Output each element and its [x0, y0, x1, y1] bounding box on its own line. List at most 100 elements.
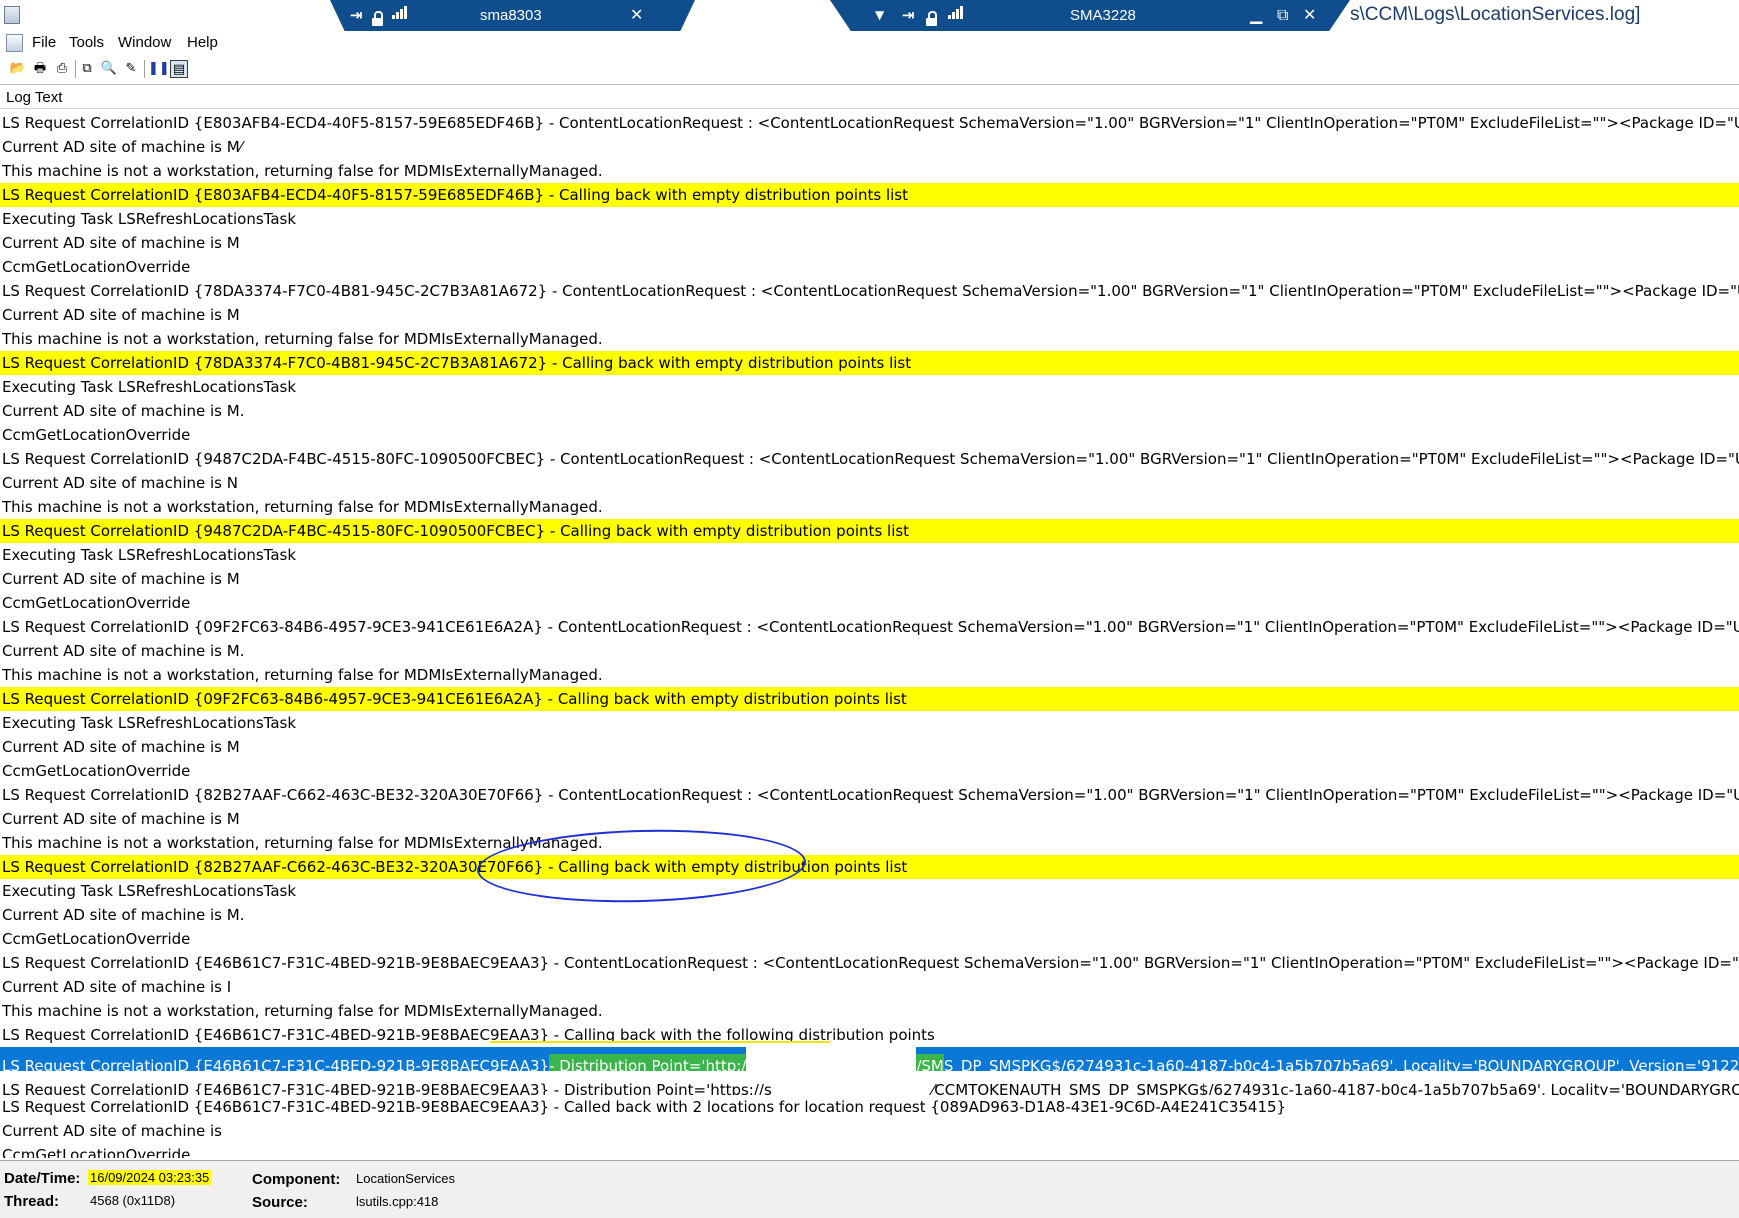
- log-row[interactable]: Current AD site of machine is M: [0, 303, 1739, 327]
- log-row[interactable]: This machine is not a workstation, retur…: [0, 831, 1739, 855]
- log-row-segment: /SM: [916, 1054, 944, 1071]
- log-row[interactable]: CcmGetLocationOverride: [0, 255, 1739, 279]
- menu-help[interactable]: Help: [187, 34, 218, 51]
- signal-icon[interactable]: [392, 5, 408, 26]
- log-row-text: LS Request CorrelationID {78DA3374-F7C0-…: [2, 282, 1739, 300]
- log-row-text: CcmGetLocationOverride: [2, 762, 191, 780]
- restore-icon[interactable]: ⧉: [1277, 5, 1288, 25]
- details-panel: Date/Time: 16/09/2024 03:23:35 Thread: 4…: [0, 1160, 1739, 1218]
- open-folder-icon[interactable]: 📂: [9, 60, 27, 78]
- log-row-warning[interactable]: LS Request CorrelationID {09F2FC63-84B6-…: [0, 687, 1739, 711]
- log-row[interactable]: Current AD site of machine is M.: [0, 399, 1739, 423]
- log-row-text: CcmGetLocationOverride: [2, 594, 191, 612]
- log-row-warning[interactable]: LS Request CorrelationID {78DA3374-F7C0-…: [0, 351, 1739, 375]
- log-row[interactable]: Current AD site of machine is I: [0, 975, 1739, 999]
- log-row[interactable]: Current AD site of machine is: [0, 1119, 1739, 1143]
- log-row[interactable]: Current AD site of machine is M.: [0, 639, 1739, 663]
- log-row-text: Current AD site of machine is M: [2, 810, 240, 828]
- log-row-text: This machine is not a workstation, retur…: [2, 162, 603, 180]
- log-row[interactable]: Current AD site of machine is M.: [0, 903, 1739, 927]
- log-row[interactable]: Current AD site of machine is M: [0, 567, 1739, 591]
- log-row[interactable]: This machine is not a workstation, retur…: [0, 663, 1739, 687]
- log-row[interactable]: Executing Task LSRefreshLocationsTask: [0, 207, 1739, 231]
- log-row-selected[interactable]: LS Request CorrelationID {E46B61C7-F31C-…: [0, 1047, 1739, 1071]
- log-row[interactable]: LS Request CorrelationID {82B27AAF-C662-…: [0, 783, 1739, 807]
- title-bar: ⇥ sma8303 ✕ ▼ ⇥ SMA3228 ▁ ⧉ ✕ s\CCM\Logs…: [0, 0, 1739, 32]
- log-row-warning[interactable]: LS Request CorrelationID {E803AFB4-ECD4-…: [0, 183, 1739, 207]
- redacted-segment: [746, 1047, 917, 1071]
- log-row[interactable]: Current AD site of machine is M: [0, 735, 1739, 759]
- print-icon[interactable]: ⎙: [53, 60, 76, 78]
- log-row-text: This machine is not a workstation, retur…: [2, 834, 603, 852]
- lock-icon: [372, 5, 383, 26]
- log-row[interactable]: Executing Task LSRefreshLocationsTask: [0, 375, 1739, 399]
- log-row[interactable]: LS Request CorrelationID {09F2FC63-84B6-…: [0, 615, 1739, 639]
- system-menu-icon[interactable]: [6, 34, 23, 52]
- log-row[interactable]: LS Request CorrelationID {9487C2DA-F4BC-…: [0, 447, 1739, 471]
- pin-icon[interactable]: ⇥: [902, 5, 915, 25]
- log-row-text: LS Request CorrelationID {9487C2DA-F4BC-…: [2, 522, 910, 540]
- log-row[interactable]: Current AD site of machine is M: [0, 807, 1739, 831]
- log-row[interactable]: CcmGetLocationOverride: [0, 591, 1739, 615]
- log-row-text: Executing Task LSRefreshLocationsTask: [2, 378, 297, 396]
- log-row[interactable]: Executing Task LSRefreshLocationsTask: [0, 879, 1739, 903]
- log-row[interactable]: LS Request CorrelationID {E46B61C7-F31C-…: [0, 1071, 1739, 1095]
- copy-icon[interactable]: ⧉: [78, 60, 96, 78]
- log-row[interactable]: This machine is not a workstation, retur…: [0, 495, 1739, 519]
- pin-icon[interactable]: ⇥: [350, 5, 363, 25]
- source-label: Source:: [252, 1194, 308, 1211]
- log-row[interactable]: Current AD site of machine is M: [0, 231, 1739, 255]
- find-icon[interactable]: 🔍: [100, 60, 118, 78]
- datetime-label: Date/Time:: [4, 1170, 81, 1187]
- log-row-text: Current AD site of machine is M⁄: [2, 138, 243, 156]
- log-row[interactable]: LS Request CorrelationID {E803AFB4-ECD4-…: [0, 111, 1739, 135]
- close-icon[interactable]: ✕: [1303, 5, 1316, 25]
- signal-icon[interactable]: [948, 5, 964, 26]
- log-row[interactable]: CcmGetLocationOverride: [0, 423, 1739, 447]
- log-row-text: LS Request CorrelationID {78DA3374-F7C0-…: [2, 354, 912, 372]
- log-row[interactable]: CcmGetLocationOverride: [0, 759, 1739, 783]
- log-row[interactable]: Current AD site of machine is M⁄: [0, 135, 1739, 159]
- log-row[interactable]: Executing Task LSRefreshLocationsTask: [0, 543, 1739, 567]
- log-row-segment: - Distribution Point='http:/: [549, 1054, 747, 1071]
- log-row-text: This machine is not a workstation, retur…: [2, 330, 603, 348]
- close-icon[interactable]: ✕: [630, 5, 643, 25]
- log-row-text: LS Request CorrelationID {09F2FC63-84B6-…: [2, 690, 907, 708]
- log-row-warning[interactable]: LS Request CorrelationID {82B27AAF-C662-…: [0, 855, 1739, 879]
- rdp-connection-bar-1[interactable]: ⇥ sma8303 ✕: [330, 0, 695, 31]
- log-row[interactable]: Current AD site of machine is N: [0, 471, 1739, 495]
- log-row[interactable]: CcmGetLocationOverride: [0, 927, 1739, 951]
- log-row[interactable]: LS Request CorrelationID {78DA3374-F7C0-…: [0, 279, 1739, 303]
- pause-icon[interactable]: ❚❚: [148, 60, 170, 78]
- log-row-text: LS Request CorrelationID {E46B61C7-F31C-…: [2, 954, 1739, 972]
- log-row-segment: ⁄CCMTOKENAUTH_SMS_DP_SMSPKG$/6274931c-1a…: [931, 1078, 1739, 1095]
- component-value: LocationServices: [356, 1171, 455, 1186]
- chevron-down-icon[interactable]: ▼: [875, 5, 884, 25]
- log-row[interactable]: LS Request CorrelationID {E46B61C7-F31C-…: [0, 1023, 1739, 1047]
- log-list[interactable]: LS Request CorrelationID {E803AFB4-ECD4-…: [0, 111, 1739, 1158]
- log-text-column-header[interactable]: Log Text: [0, 86, 1739, 109]
- log-row[interactable]: CcmGetLocationOverride: [0, 1143, 1739, 1158]
- log-row[interactable]: This machine is not a workstation, retur…: [0, 327, 1739, 351]
- error-lookup-icon[interactable]: ▤: [170, 60, 188, 78]
- minimize-icon[interactable]: ▁: [1250, 5, 1262, 25]
- log-row-text: Executing Task LSRefreshLocationsTask: [2, 714, 297, 732]
- highlight-icon[interactable]: ✎: [122, 60, 145, 78]
- log-row-text: This machine is not a workstation, retur…: [2, 498, 603, 516]
- log-row-text: LS Request CorrelationID {E46B61C7-F31C-…: [2, 1098, 1287, 1116]
- log-row-warning[interactable]: LS Request CorrelationID {9487C2DA-F4BC-…: [0, 519, 1739, 543]
- log-row-segment: LS Request CorrelationID {E46B61C7-F31C-…: [2, 1057, 550, 1071]
- thread-value: 4568 (0x11D8): [90, 1193, 176, 1208]
- menu-tools[interactable]: Tools: [69, 34, 104, 51]
- print-preview-icon[interactable]: 🖶: [31, 60, 49, 78]
- menu-window[interactable]: Window: [118, 34, 171, 51]
- log-row[interactable]: This machine is not a workstation, retur…: [0, 159, 1739, 183]
- log-row[interactable]: LS Request CorrelationID {E46B61C7-F31C-…: [0, 1095, 1739, 1119]
- log-row[interactable]: Executing Task LSRefreshLocationsTask: [0, 711, 1739, 735]
- menu-file[interactable]: File: [32, 34, 56, 51]
- component-label: Component:: [252, 1171, 341, 1188]
- rdp-connection-bar-2[interactable]: ▼ ⇥ SMA3228 ▁ ⧉ ✕: [830, 0, 1350, 31]
- log-row[interactable]: This machine is not a workstation, retur…: [0, 999, 1739, 1023]
- log-row-text: This machine is not a workstation, retur…: [2, 666, 603, 684]
- log-row[interactable]: LS Request CorrelationID {E46B61C7-F31C-…: [0, 951, 1739, 975]
